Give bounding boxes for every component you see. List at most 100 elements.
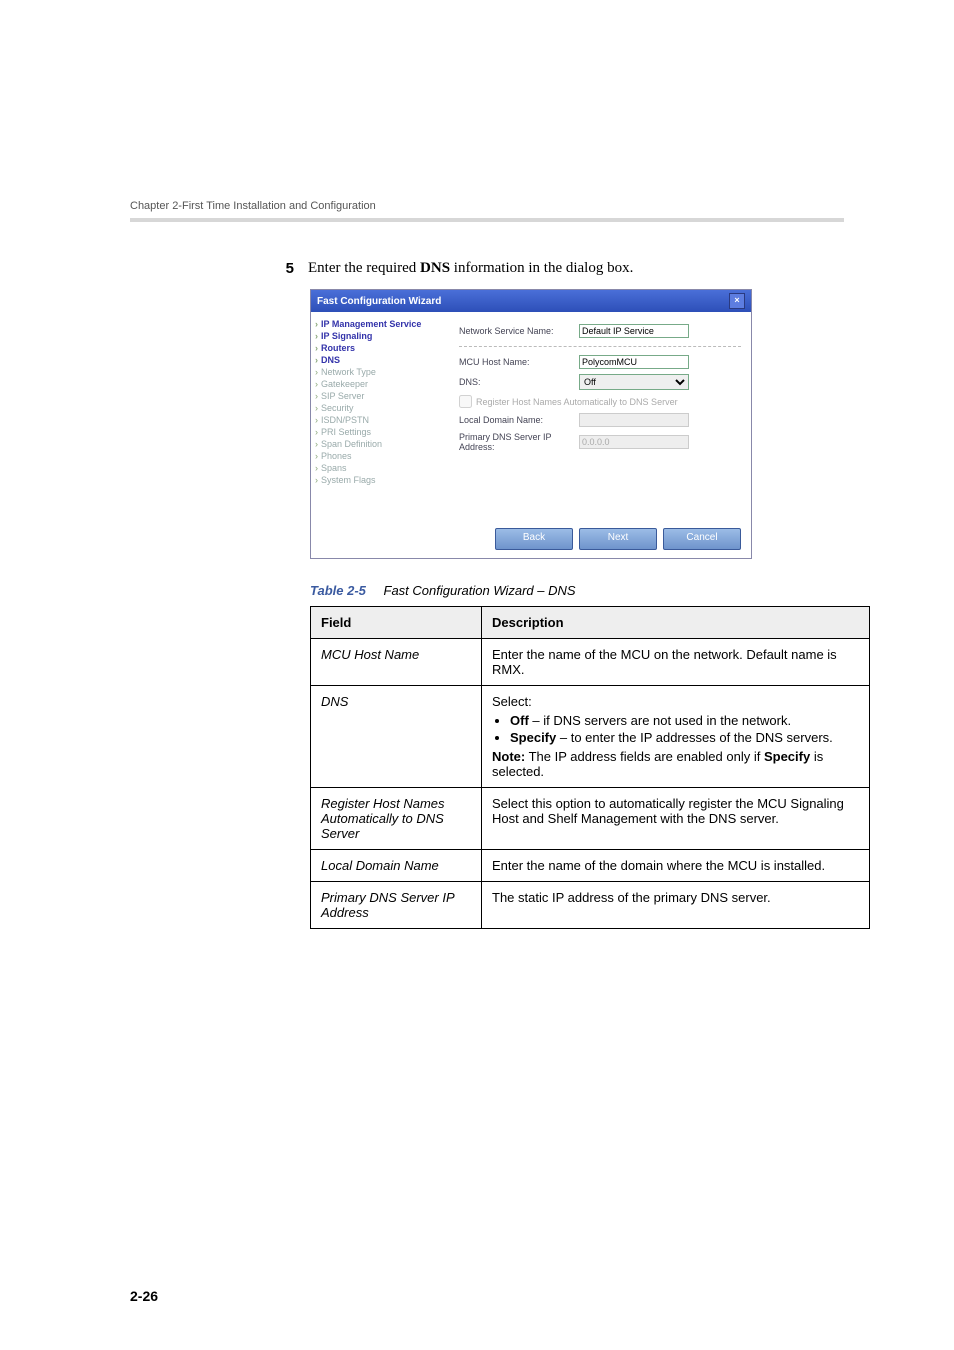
nav-label: ISDN/PSTN — [321, 415, 369, 425]
nav-label: IP Management Service — [321, 319, 421, 329]
nav-label: Spans — [321, 463, 347, 473]
label-primary-dns-server: Primary DNS Server IP Address: — [459, 432, 579, 452]
nav-item-dns[interactable]: ›DNS — [315, 354, 445, 366]
label-network-service-name: Network Service Name: — [459, 326, 579, 336]
desc-note-text: The IP address fields are enabled only i… — [525, 749, 764, 764]
nav-label: Span Definition — [321, 439, 382, 449]
checkbox-register-host-names — [459, 395, 472, 408]
table-field: Register Host Names Automatically to DNS… — [311, 788, 482, 850]
table-field: MCU Host Name — [311, 639, 482, 686]
chevron-right-icon: › — [315, 403, 318, 413]
chevron-right-icon: › — [315, 331, 318, 341]
nav-label: PRI Settings — [321, 427, 371, 437]
desc-bullet: Specify – to enter the IP addresses of t… — [510, 730, 859, 745]
next-button[interactable]: Next — [579, 528, 657, 550]
table-row: MCU Host Name Enter the name of the MCU … — [311, 639, 870, 686]
chevron-right-icon: › — [315, 439, 318, 449]
desc-select-label: Select: — [492, 694, 859, 709]
chevron-right-icon: › — [315, 475, 318, 485]
chevron-right-icon: › — [315, 343, 318, 353]
nav-item-pri-settings[interactable]: ›PRI Settings — [315, 426, 445, 438]
table-field: Local Domain Name — [311, 850, 482, 882]
step-text-bold: DNS — [420, 260, 450, 276]
cancel-button[interactable]: Cancel — [663, 528, 741, 550]
chevron-right-icon: › — [315, 379, 318, 389]
wizard-nav: ›IP Management Service ›IP Signaling ›Ro… — [311, 312, 449, 522]
desc-note-bold: Note: — [492, 749, 525, 764]
nav-item-span-definition[interactable]: ›Span Definition — [315, 438, 445, 450]
table-desc: The static IP address of the primary DNS… — [482, 882, 870, 929]
input-network-service-name[interactable] — [579, 324, 689, 338]
nav-item-system-flags[interactable]: ›System Flags — [315, 474, 445, 486]
nav-item-ip-management-service[interactable]: ›IP Management Service — [315, 318, 445, 330]
table-field: DNS — [311, 686, 482, 788]
nav-label: Phones — [321, 451, 352, 461]
table-field: Primary DNS Server IP Address — [311, 882, 482, 929]
chevron-right-icon: › — [315, 427, 318, 437]
desc-bullet-bold: Off — [510, 713, 529, 728]
label-local-domain-name: Local Domain Name: — [459, 415, 579, 425]
nav-item-phones[interactable]: ›Phones — [315, 450, 445, 462]
nav-label: System Flags — [321, 475, 376, 485]
table-row: Primary DNS Server IP Address The static… — [311, 882, 870, 929]
nav-label: IP Signaling — [321, 331, 372, 341]
label-dns: DNS: — [459, 377, 579, 387]
nav-item-routers[interactable]: ›Routers — [315, 342, 445, 354]
step-text-post: information in the dialog box. — [450, 260, 633, 276]
table-row: DNS Select: Off – if DNS servers are not… — [311, 686, 870, 788]
nav-label: Routers — [321, 343, 355, 353]
table-desc: Select this option to automatically regi… — [482, 788, 870, 850]
table-desc: Enter the name of the domain where the M… — [482, 850, 870, 882]
nav-item-ip-signaling[interactable]: ›IP Signaling — [315, 330, 445, 342]
nav-label: Gatekeeper — [321, 379, 368, 389]
chevron-right-icon: › — [315, 463, 318, 473]
nav-item-isdn-pstn[interactable]: ›ISDN/PSTN — [315, 414, 445, 426]
back-button[interactable]: Back — [495, 528, 573, 550]
nav-label: DNS — [321, 355, 340, 365]
table-desc: Select: Off – if DNS servers are not use… — [482, 686, 870, 788]
running-header: Chapter 2-First Time Installation and Co… — [130, 200, 844, 222]
chevron-right-icon: › — [315, 451, 318, 461]
table-header-description: Description — [482, 607, 870, 639]
step-text-pre: Enter the required — [308, 260, 420, 276]
table-caption-title: Fast Configuration Wizard – DNS — [384, 583, 576, 598]
nav-label: SIP Server — [321, 391, 364, 401]
desc-note: Note: The IP address fields are enabled … — [492, 749, 859, 779]
chevron-right-icon: › — [315, 367, 318, 377]
input-primary-dns-server — [579, 435, 689, 449]
page-number: 2-26 — [130, 1288, 158, 1304]
nav-label: Security — [321, 403, 354, 413]
chevron-right-icon: › — [315, 415, 318, 425]
nav-item-spans[interactable]: ›Spans — [315, 462, 445, 474]
label-mcu-host-name: MCU Host Name: — [459, 357, 579, 367]
chevron-right-icon: › — [315, 355, 318, 365]
input-mcu-host-name[interactable] — [579, 355, 689, 369]
chevron-right-icon: › — [315, 391, 318, 401]
step-instruction: Enter the required DNS information in th… — [308, 260, 633, 277]
label-register-host-names: Register Host Names Automatically to DNS… — [476, 397, 678, 407]
nav-label: Network Type — [321, 367, 376, 377]
nav-item-security[interactable]: ›Security — [315, 402, 445, 414]
desc-note-bold2: Specify — [764, 749, 810, 764]
table-caption: Table 2-5 Fast Configuration Wizard – DN… — [310, 583, 844, 598]
nav-item-network-type[interactable]: ›Network Type — [315, 366, 445, 378]
wizard-dialog: Fast Configuration Wizard × ›IP Manageme… — [310, 289, 752, 559]
nav-item-sip-server[interactable]: ›SIP Server — [315, 390, 445, 402]
desc-bullet: Off – if DNS servers are not used in the… — [510, 713, 859, 728]
chevron-right-icon: › — [315, 319, 318, 329]
doc-table: Field Description MCU Host Name Enter th… — [310, 606, 870, 929]
nav-item-gatekeeper[interactable]: ›Gatekeeper — [315, 378, 445, 390]
table-header-field: Field — [311, 607, 482, 639]
wizard-titlebar: Fast Configuration Wizard × — [311, 290, 751, 312]
wizard-form: Network Service Name: MCU Host Name: DNS… — [449, 312, 751, 522]
step-number: 5 — [270, 260, 294, 277]
table-caption-label: Table 2-5 — [310, 583, 366, 598]
select-dns[interactable]: Off — [579, 374, 689, 390]
table-row: Local Domain Name Enter the name of the … — [311, 850, 870, 882]
table-desc: Enter the name of the MCU on the network… — [482, 639, 870, 686]
desc-bullet-bold: Specify — [510, 730, 556, 745]
desc-bullet-text: – to enter the IP addresses of the DNS s… — [556, 730, 833, 745]
input-local-domain-name — [579, 413, 689, 427]
table-row: Register Host Names Automatically to DNS… — [311, 788, 870, 850]
close-icon[interactable]: × — [729, 293, 745, 309]
